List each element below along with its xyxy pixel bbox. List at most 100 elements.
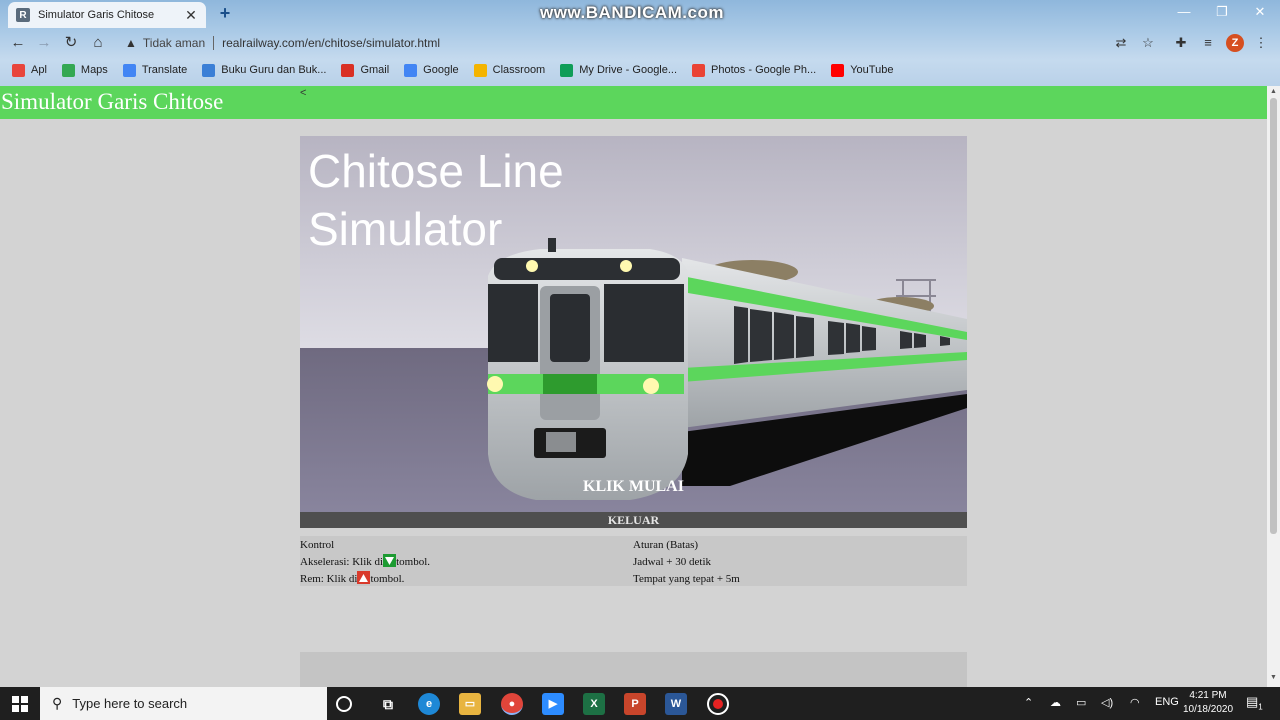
bookmark-item[interactable]: Classroom (473, 63, 546, 77)
bookmark-label: Photos - Google Ph... (711, 64, 817, 76)
door-stripe (543, 374, 597, 394)
url-text[interactable]: realrailway.com/en/chitose/simulator.htm… (222, 36, 440, 50)
bookmark-label: Apl (31, 64, 47, 76)
classroom-icon (473, 63, 487, 77)
gmail-icon (341, 63, 355, 77)
excel-icon[interactable]: X (583, 693, 605, 715)
tab-close-icon[interactable]: ✕ (184, 7, 198, 24)
page-scrollbar[interactable]: ▲ ▼ (1267, 86, 1280, 687)
chrome-icon[interactable]: ● (501, 693, 523, 715)
clock[interactable]: 4:21 PM 10/18/2020 (1180, 689, 1236, 717)
scroll-up-icon[interactable]: ▲ (1267, 88, 1280, 95)
battery-icon[interactable]: ▭ (1076, 696, 1086, 709)
scroll-down-icon[interactable]: ▼ (1267, 674, 1280, 681)
edge-icon[interactable]: e (418, 693, 440, 715)
instructions-panel: Kontrol Akselerasi: Klik di tombol. Rem: … (300, 536, 967, 586)
reload-icon[interactable]: ↻ (62, 34, 80, 52)
zoom-icon[interactable]: ▶ (542, 693, 564, 715)
tray-overflow-icon[interactable]: ⌃ (1024, 696, 1033, 709)
restore-icon[interactable]: ❐ (1212, 4, 1232, 20)
bookmark-item[interactable]: My Drive - Google... (560, 63, 677, 77)
top-headlight-right (620, 260, 632, 272)
extensions-puzzle-icon[interactable]: ✚ (1172, 34, 1190, 52)
home-icon[interactable]: ⌂ (89, 34, 107, 52)
tab-simulator[interactable]: R Simulator Garis Chitose ✕ (8, 2, 206, 28)
file-explorer-icon[interactable]: ▭ (459, 693, 481, 715)
exit-bar[interactable]: KELUAR (300, 512, 967, 528)
bookmarks-bar: Apl Maps Translate Buku Guru dan Buk... Gmai… (0, 60, 1280, 80)
reading-list-icon[interactable]: ≡ (1199, 34, 1217, 52)
search-placeholder: Type here to search (72, 696, 188, 711)
omnibox-divider (213, 36, 215, 50)
onedrive-icon[interactable]: ☁ (1050, 696, 1061, 709)
bookmark-item[interactable]: Apl (12, 63, 47, 77)
front-top-panel (494, 258, 680, 280)
translate-page-icon[interactable]: ⇄ (1112, 34, 1130, 52)
rule-position: Tempat yang tepat + 5m (633, 573, 740, 585)
windows-start-icon[interactable] (0, 687, 40, 720)
bookmark-item[interactable]: YouTube (831, 63, 893, 77)
profile-avatar[interactable]: Z (1226, 34, 1244, 52)
site-header: Simulator Garis Chitose < (0, 86, 1267, 119)
bookmark-label: Maps (80, 64, 108, 76)
search-icon: ⚲ (52, 695, 63, 711)
forward-arrow-icon[interactable]: → (35, 34, 53, 52)
clock-time: 4:21 PM (1189, 690, 1227, 701)
maps-pin-icon (61, 63, 75, 77)
bookmark-item[interactable]: Photos - Google Ph... (692, 63, 817, 77)
back-arrow-icon[interactable]: ← (9, 34, 27, 52)
bookmark-label: Google (423, 64, 459, 76)
youtube-icon (831, 63, 845, 77)
site-favicon-icon: R (16, 8, 30, 22)
scroll-thumb[interactable] (1270, 98, 1277, 534)
bookmark-item[interactable]: Maps (61, 63, 108, 77)
word-icon[interactable]: W (665, 693, 687, 715)
brake-instruction: Rem: Klik di tombol. (300, 571, 405, 585)
photos-icon (692, 63, 706, 77)
headlight-right (643, 378, 659, 394)
bookmark-item[interactable]: Google (404, 63, 459, 77)
clock-date: 10/18/2020 (1182, 704, 1234, 715)
front-window-left (488, 284, 538, 362)
bookmark-label: Buku Guru dan Buk... (221, 64, 327, 76)
bookmark-item[interactable]: Translate (122, 63, 187, 77)
notification-icon[interactable]: ▤1 (1246, 694, 1263, 712)
start-button[interactable]: KLIK MULAI (300, 478, 967, 496)
volume-icon[interactable]: ◁) (1101, 696, 1113, 709)
door-window (550, 294, 590, 362)
recording-watermark: www.BANDICAM.com (540, 3, 724, 22)
warning-icon[interactable]: ▲ (125, 36, 137, 50)
page-viewport: Simulator Garis Chitose < Chitose Line S… (0, 86, 1267, 687)
minimize-icon[interactable]: — (1174, 4, 1194, 19)
bookmark-label: Gmail (360, 64, 390, 76)
bookmark-item[interactable]: Gmail (341, 63, 390, 77)
powerpoint-icon[interactable]: P (624, 693, 646, 715)
new-tab-icon[interactable]: + (216, 4, 234, 22)
language-indicator[interactable]: ENG (1155, 696, 1179, 708)
bookmark-item[interactable]: Buku Guru dan Buk... (202, 63, 327, 77)
browser-chrome: R Simulator Garis Chitose ✕ + www.BANDIC… (0, 0, 1280, 86)
security-label: Tidak aman (142, 36, 206, 50)
wifi-icon[interactable]: ◠ (1130, 696, 1140, 709)
windows-taskbar: ⚲ Type here to search ⧉ e ▭ ● ▶ X P W ⌃ … (0, 687, 1280, 720)
game-canvas[interactable]: Chitose Line Simulator KLIK MULAI (300, 136, 967, 528)
menu-kebab-icon[interactable]: ⋮ (1252, 34, 1270, 52)
drive-icon (560, 63, 574, 77)
window-close-icon[interactable]: ✕ (1250, 4, 1270, 20)
browser-toolbar: ← → ↻ ⌂ ▲ Tidak aman realrailway.com/en/… (0, 30, 1280, 56)
bandicam-record-icon[interactable] (707, 693, 729, 715)
task-view-icon[interactable]: ⧉ (377, 693, 399, 715)
address-bar[interactable]: ▲ Tidak aman realrailway.com/en/chitose/… (117, 31, 1167, 55)
bookmark-label: Classroom (492, 64, 546, 76)
game-title: Chitose Line Simulator (308, 145, 564, 255)
taskbar-search[interactable]: ⚲ Type here to search (40, 687, 327, 720)
top-headlight-left (526, 260, 538, 272)
cortana-icon[interactable] (336, 696, 352, 712)
collapse-caret-icon[interactable]: < (300, 87, 306, 99)
exit-button[interactable]: KELUAR (300, 513, 967, 528)
brake-arrow-icon (357, 571, 371, 584)
bookmark-star-icon[interactable]: ☆ (1139, 34, 1157, 52)
rule-schedule: Jadwal + 30 detik (633, 556, 711, 568)
apps-grid-icon (12, 63, 25, 77)
translate-icon (122, 63, 136, 77)
